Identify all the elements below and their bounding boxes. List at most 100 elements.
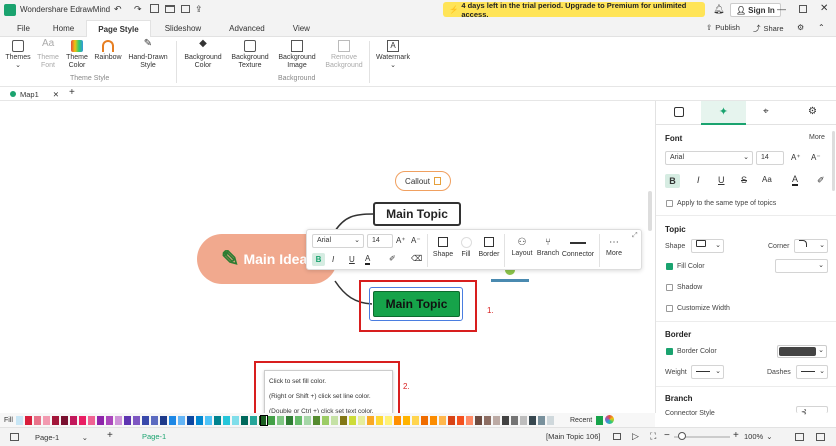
- tab-file[interactable]: File: [6, 20, 41, 37]
- zoom-slider-thumb[interactable]: [678, 432, 686, 440]
- font-more-link[interactable]: More: [809, 134, 825, 141]
- zoom-level[interactable]: 100% ⌄: [744, 432, 772, 441]
- color-swatch[interactable]: [223, 416, 230, 425]
- color-swatch[interactable]: [304, 416, 311, 425]
- panel-decrease-font-icon[interactable]: A⁻: [811, 153, 821, 162]
- color-swatch[interactable]: [322, 416, 329, 425]
- panel-tab-location[interactable]: ⌖: [763, 106, 769, 117]
- color-picker-icon[interactable]: [605, 415, 614, 424]
- export-icon[interactable]: ⇪: [195, 4, 203, 15]
- color-swatch[interactable]: [538, 416, 545, 425]
- rainbow-button[interactable]: Rainbow: [92, 40, 124, 62]
- callout-node[interactable]: Callout: [395, 171, 451, 191]
- color-swatch[interactable]: [484, 416, 491, 425]
- panel-text-case-button[interactable]: Aa: [762, 175, 772, 184]
- color-swatch[interactable]: [43, 416, 50, 425]
- color-swatch[interactable]: [385, 416, 392, 425]
- panel-increase-font-icon[interactable]: A⁺: [791, 153, 801, 162]
- increase-font-icon[interactable]: A⁺: [396, 236, 406, 245]
- color-swatch[interactable]: [412, 416, 419, 425]
- color-swatch[interactable]: [547, 416, 554, 425]
- redo-icon[interactable]: ↷: [134, 4, 142, 15]
- color-swatch[interactable]: [358, 416, 365, 425]
- layout-button[interactable]: ⚇ Layout: [509, 237, 535, 257]
- color-swatch[interactable]: [115, 416, 122, 425]
- color-swatch[interactable]: [511, 416, 518, 425]
- color-swatch[interactable]: [295, 416, 302, 425]
- present-icon[interactable]: ▷: [632, 431, 639, 442]
- border-button[interactable]: Border: [477, 237, 501, 258]
- doc-tab-map1[interactable]: Map1 ✕: [4, 88, 66, 100]
- color-swatch[interactable]: [187, 416, 194, 425]
- sidebar-toggle-icon[interactable]: [10, 433, 19, 441]
- font-family-select[interactable]: Arial ⌄: [312, 234, 364, 248]
- tab-view[interactable]: View: [279, 20, 324, 37]
- color-swatch[interactable]: [502, 416, 509, 425]
- tab-slideshow[interactable]: Slideshow: [151, 20, 215, 37]
- border-color-checkbox[interactable]: [666, 348, 673, 355]
- panel-tab-page[interactable]: [674, 107, 684, 117]
- color-swatch[interactable]: [340, 416, 347, 425]
- panel-tab-settings[interactable]: ⚙: [808, 106, 817, 117]
- color-swatch[interactable]: [106, 416, 113, 425]
- color-swatch[interactable]: [169, 416, 176, 425]
- color-swatch[interactable]: [520, 416, 527, 425]
- fill-color-checkbox[interactable]: [666, 263, 673, 270]
- shape-button[interactable]: Shape: [431, 237, 455, 258]
- color-swatch[interactable]: [97, 416, 104, 425]
- connector-style-select[interactable]: ⊰: [796, 406, 828, 416]
- apply-same-checkbox[interactable]: [666, 200, 673, 207]
- color-swatch[interactable]: [376, 416, 383, 425]
- color-swatch[interactable]: [457, 416, 464, 425]
- zoom-in-icon[interactable]: +: [733, 430, 739, 441]
- fill-button[interactable]: Fill: [457, 237, 475, 258]
- color-swatch[interactable]: [466, 416, 473, 425]
- shape-select[interactable]: ⌄: [691, 239, 724, 253]
- font-size-select[interactable]: 14: [367, 234, 393, 248]
- settings-icon[interactable]: ⚙: [797, 23, 804, 32]
- more-button[interactable]: ⋯ More: [603, 237, 625, 257]
- add-page-icon[interactable]: +: [107, 430, 113, 441]
- color-swatch[interactable]: [475, 416, 482, 425]
- page-tab-1[interactable]: Page-1: [142, 432, 166, 441]
- color-swatch[interactable]: [439, 416, 446, 425]
- mind-map-canvas[interactable]: Callout Main Topic ✎ Main Idea Arial ⌄ 1…: [0, 101, 655, 433]
- theme-font-button[interactable]: Aa Theme Font: [35, 39, 61, 70]
- color-swatch[interactable]: [79, 416, 86, 425]
- color-swatch[interactable]: [61, 416, 68, 425]
- tab-page-style[interactable]: Page Style: [86, 19, 151, 37]
- panel-font-family-select[interactable]: Arial ⌄: [665, 151, 753, 165]
- panel-italic-button[interactable]: I: [697, 175, 700, 185]
- color-swatch[interactable]: [493, 416, 500, 425]
- fill-color-select[interactable]: ⌄: [775, 259, 828, 273]
- connector-button[interactable]: Connector: [561, 237, 595, 258]
- color-swatch[interactable]: [241, 416, 248, 425]
- color-swatch[interactable]: [133, 416, 140, 425]
- pin-icon[interactable]: ⤢: [632, 232, 638, 240]
- color-swatch[interactable]: [250, 416, 257, 425]
- zoom-slider[interactable]: [674, 432, 730, 440]
- background-color-button[interactable]: ◆ Background Color: [182, 39, 224, 70]
- undo-icon[interactable]: ↶: [114, 4, 122, 15]
- color-swatch[interactable]: [88, 416, 95, 425]
- minimize-button[interactable]: —: [777, 4, 786, 14]
- panel-text-color-button[interactable]: A: [792, 174, 799, 186]
- watermark-button[interactable]: A Watermark ⌄: [374, 40, 412, 70]
- theme-color-button[interactable]: Theme Color: [64, 40, 90, 70]
- shadow-checkbox[interactable]: [666, 284, 673, 291]
- color-swatch[interactable]: [160, 416, 167, 425]
- underline-button[interactable]: U: [349, 255, 355, 264]
- color-swatch[interactable]: [529, 416, 536, 425]
- recent-swatch[interactable]: [596, 416, 603, 425]
- open-icon[interactable]: [165, 5, 175, 13]
- sign-in-button[interactable]: 👤︎ Sign In: [730, 3, 781, 17]
- trial-banner[interactable]: ⚡ 4 days left in the trial period. Upgra…: [443, 1, 705, 19]
- color-swatch[interactable]: [349, 416, 356, 425]
- background-texture-button[interactable]: Background Texture: [229, 40, 271, 70]
- main-topic-node-top[interactable]: Main Topic: [373, 202, 461, 226]
- panel-highlight-icon[interactable]: ✐: [817, 175, 825, 186]
- bold-button[interactable]: B: [312, 253, 325, 266]
- color-swatch[interactable]: [16, 416, 23, 425]
- border-color-select[interactable]: ⌄: [777, 345, 827, 358]
- bell-icon[interactable]: 🔔︎: [713, 4, 724, 15]
